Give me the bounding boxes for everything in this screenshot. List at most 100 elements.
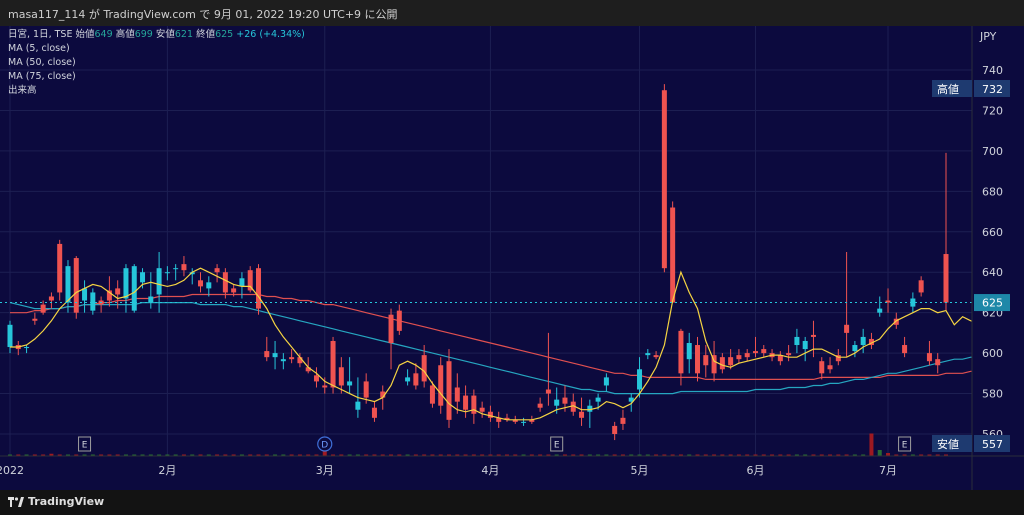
- candle-body: [736, 355, 742, 360]
- candle: [264, 336, 270, 362]
- candle: [645, 349, 651, 360]
- candle: [902, 336, 908, 358]
- candle: [289, 349, 295, 364]
- candle: [860, 328, 866, 354]
- top-bar: masa117_114 が TradingView.com で 9月 01, 2…: [0, 0, 1024, 26]
- candle-body: [446, 361, 452, 420]
- candle-body: [438, 365, 444, 406]
- candle-body: [827, 365, 833, 370]
- candle-body: [545, 389, 551, 394]
- candle-body: [131, 266, 137, 311]
- candle-body: [123, 268, 129, 299]
- candle-body: [877, 308, 883, 313]
- event-marker[interactable]: E: [78, 436, 92, 452]
- candle: [653, 351, 659, 360]
- candle: [719, 353, 725, 374]
- event-letter: E: [82, 441, 88, 451]
- footer-bar: TradingView: [0, 490, 1024, 515]
- candle: [156, 252, 162, 313]
- candle-body: [115, 288, 121, 295]
- candle-body: [313, 375, 319, 382]
- high-label: 高値: [115, 29, 135, 40]
- candle: [32, 312, 38, 325]
- time-tick-label: 4月: [481, 464, 499, 477]
- candle: [612, 421, 618, 441]
- legend-volume[interactable]: 出来高: [8, 84, 305, 98]
- candle-body: [728, 357, 734, 366]
- candle-body: [405, 377, 411, 382]
- time-axis[interactable]: 20222月3月4月5月6月7月8月9月: [0, 464, 1024, 477]
- candle-body: [653, 355, 659, 358]
- close-label: 終値: [196, 29, 216, 40]
- candle: [877, 296, 883, 317]
- candle: [471, 389, 477, 424]
- candle: [48, 292, 54, 309]
- candle: [446, 349, 452, 428]
- candle: [868, 332, 874, 350]
- ma75-path: [10, 293, 980, 380]
- tradingview-logo-icon: [8, 497, 24, 507]
- event-letter: D: [321, 441, 328, 451]
- brand[interactable]: TradingView: [8, 495, 104, 508]
- price-tick-label: 720: [982, 104, 1003, 117]
- candle-body: [7, 324, 13, 348]
- high-value: 699: [134, 29, 153, 40]
- change-value: +26 (+4.34%): [236, 29, 305, 40]
- time-tick-label: 2月: [158, 464, 176, 477]
- candle: [926, 340, 932, 366]
- candle-body: [752, 351, 758, 354]
- candle-body: [479, 407, 485, 412]
- candle-body: [164, 272, 170, 274]
- candle-body: [645, 353, 651, 356]
- candle: [819, 357, 825, 380]
- candle: [347, 357, 353, 394]
- candle: [82, 280, 88, 313]
- candle-body: [231, 288, 237, 293]
- candle: [388, 308, 394, 370]
- chart-frame[interactable]: EDEES 740720700680660640620600580560 202…: [0, 26, 1024, 490]
- candle: [164, 266, 170, 281]
- event-marker[interactable]: E: [898, 436, 912, 452]
- candle: [810, 320, 816, 358]
- candle-body: [413, 373, 419, 386]
- candle: [744, 349, 750, 362]
- open-value: 649: [94, 29, 113, 40]
- candle-body: [703, 355, 709, 366]
- legend-ma5[interactable]: MA (5, close): [8, 42, 305, 56]
- candle: [686, 332, 692, 374]
- candle: [852, 340, 858, 358]
- candle-body: [40, 304, 46, 313]
- candle-body: [935, 359, 941, 366]
- candle: [885, 288, 891, 313]
- candle-body: [810, 334, 816, 337]
- candle: [935, 353, 941, 374]
- candle-body: [926, 353, 932, 362]
- candle-body: [73, 258, 79, 313]
- symbol-label[interactable]: 日宮, 1日, TSE: [8, 29, 72, 40]
- candle-body: [90, 292, 96, 311]
- candle: [371, 401, 377, 422]
- candle-body: [371, 407, 377, 418]
- candle-body: [670, 207, 676, 303]
- brand-name: TradingView: [28, 495, 105, 508]
- candle-body: [595, 397, 601, 402]
- candle: [73, 256, 79, 319]
- legend-ma75[interactable]: MA (75, close): [8, 70, 305, 84]
- candle: [272, 340, 278, 370]
- candle: [537, 397, 543, 412]
- high-price-tag: 高値 732: [932, 80, 1010, 97]
- price-tick-label: 600: [982, 347, 1003, 360]
- open-label: 始値: [75, 29, 95, 40]
- price-tick-label: 680: [982, 185, 1003, 198]
- candle-body: [388, 314, 394, 343]
- event-marker[interactable]: D: [317, 436, 333, 452]
- legend-ma50[interactable]: MA (50, close): [8, 56, 305, 70]
- candle-body: [454, 387, 460, 402]
- price-tick-label: 580: [982, 388, 1003, 401]
- candle-body: [148, 296, 154, 303]
- candle: [570, 393, 576, 416]
- candle: [24, 345, 30, 354]
- candle: [214, 264, 220, 283]
- candle: [752, 336, 758, 358]
- event-marker[interactable]: E: [550, 436, 564, 452]
